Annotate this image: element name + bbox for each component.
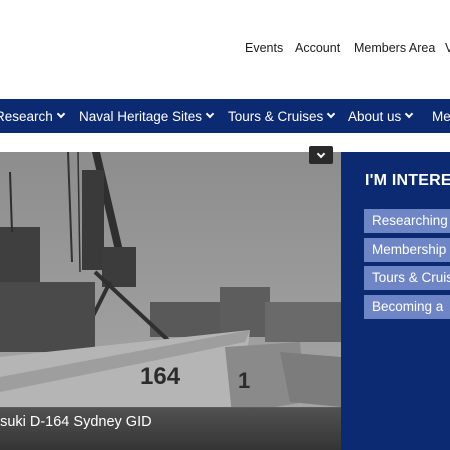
hero-toggle-button[interactable] [309, 146, 333, 164]
nav-item-label: Research [0, 108, 53, 124]
interest-panel: I'M INTERE Researching Membership Tours … [341, 152, 450, 450]
account-link[interactable]: Account [295, 41, 340, 55]
nav-item-tours-cruises[interactable]: Tours & Cruises [228, 99, 336, 133]
utility-links: Events Account Members Area V [0, 41, 450, 59]
members-area-link[interactable]: Members Area [354, 41, 435, 55]
chevron-down-icon [56, 109, 66, 119]
interest-becoming-a[interactable]: Becoming a [364, 295, 450, 319]
hull-number-text: 164 [140, 363, 181, 390]
nav-item-label: Naval Heritage Sites [79, 108, 203, 124]
nav-item-naval-heritage-sites[interactable]: Naval Heritage Sites [79, 99, 215, 133]
interest-membership[interactable]: Membership [364, 238, 450, 262]
nav-item-members[interactable]: Mem [432, 99, 450, 133]
chevron-down-icon [327, 109, 336, 119]
nav-item-label: Tours & Cruises [228, 108, 324, 124]
nav-item-research[interactable]: Research [0, 99, 66, 133]
nav-item-label: Mem [432, 108, 450, 124]
ship-photo: 164 1 [0, 152, 341, 450]
interest-researching[interactable]: Researching [364, 209, 450, 233]
utility-link-truncated[interactable]: V [445, 41, 450, 55]
chevron-down-icon [316, 149, 326, 158]
chevron-down-icon [205, 109, 215, 119]
page: Events Account Members Area V Research N… [0, 0, 450, 450]
panel-title: I'M INTERE [365, 172, 450, 189]
nav-item-about-us[interactable]: About us [348, 99, 414, 133]
hero-image: 164 1 [0, 152, 341, 450]
hull-number-text-2: 1 [238, 368, 250, 393]
interest-tours-cruises[interactable]: Tours & Cruis [364, 266, 450, 290]
nav-item-label: About us [348, 108, 402, 124]
hero-caption: asuki D-164 Sydney GID [0, 414, 152, 430]
events-link[interactable]: Events [245, 41, 283, 55]
chevron-down-icon [405, 109, 414, 119]
main-nav: Research Naval Heritage Sites Tours & Cr… [0, 99, 450, 133]
